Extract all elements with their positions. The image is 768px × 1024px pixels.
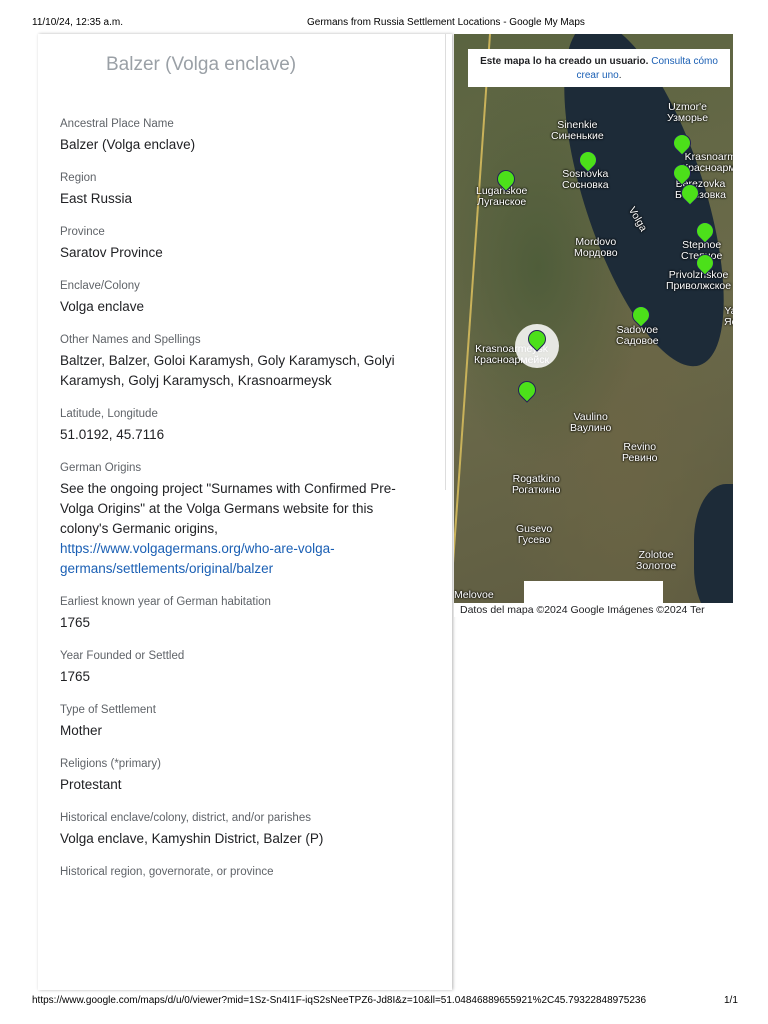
field-label: Other Names and Spellings	[60, 334, 201, 346]
field-label: Region	[60, 172, 97, 184]
field-label: Historical region, governorate, or provi…	[60, 866, 274, 878]
field-value: East Russia	[60, 189, 400, 209]
field-5: Latitude, Longitude 51.0192, 45.7116	[60, 408, 400, 445]
field-value-text: See the ongoing project "Surnames with C…	[60, 481, 396, 536]
field-label: Latitude, Longitude	[60, 408, 158, 420]
field-1: Region East Russia	[60, 172, 400, 209]
field-label: Year Founded or Settled	[60, 650, 185, 662]
print-page-number: 1/1	[724, 995, 738, 1006]
field-value-text: Volga enclave, Kamyshin District, Balzer…	[60, 831, 324, 846]
field-6: German Origins See the ongoing project "S…	[60, 462, 400, 579]
field-value-text: Protestant	[60, 777, 122, 792]
field-8: Year Founded or Settled 1765	[60, 650, 400, 687]
field-value: Saratov Province	[60, 243, 400, 263]
reservoir	[694, 484, 733, 617]
field-value-text: Balzer (Volga enclave)	[60, 137, 196, 152]
field-value: Mother	[60, 721, 400, 741]
field-label: Historical enclave/colony, district, and…	[60, 812, 311, 824]
field-3: Enclave/Colony Volga enclave	[60, 280, 400, 317]
field-value: Volga enclave	[60, 297, 400, 317]
field-label: Province	[60, 226, 105, 238]
map-place-label: Zolotoe Золотое	[636, 549, 677, 572]
field-value: See the ongoing project "Surnames with C…	[60, 479, 400, 579]
field-value-text: 1765	[60, 669, 91, 684]
map-place-label: Sadovoe Садовое	[616, 324, 659, 347]
field-12: Historical region, governorate, or provi…	[60, 866, 400, 878]
field-value-text: East Russia	[60, 191, 133, 206]
road	[454, 34, 491, 616]
field-0: Ancestral Place Name Balzer (Volga enclav…	[60, 118, 400, 155]
settlement-pin-icon[interactable]	[514, 377, 540, 403]
field-7: Earliest known year of German habitation…	[60, 596, 400, 633]
field-label: Earliest known year of German habitation	[60, 596, 271, 608]
field-value: Balzer (Volga enclave)	[60, 135, 400, 155]
field-value-text: 1765	[60, 615, 91, 630]
feature-fields: Ancestral Place Name Balzer (Volga enclav…	[60, 118, 400, 895]
panel-divider	[445, 34, 446, 490]
map-place-label: Vaulino Ваулино	[570, 411, 612, 434]
field-value: Baltzer, Balzer, Goloi Karamysh, Goly Ka…	[60, 351, 400, 391]
map-place-label: Revino Ревино	[622, 441, 658, 464]
print-page-title: Germans from Russia Settlement Locations…	[307, 17, 585, 28]
field-value: Volga enclave, Kamyshin District, Balzer…	[60, 829, 400, 849]
notice-text: Este mapa lo ha creado un usuario.	[480, 56, 649, 67]
feature-title: Balzer (Volga enclave)	[106, 54, 297, 75]
field-label: Enclave/Colony	[60, 280, 140, 292]
field-value: 1765	[60, 613, 400, 633]
map-place-label: Privolzhskoe Приволжское	[666, 269, 732, 292]
field-4: Other Names and Spellings Baltzer, Balzer…	[60, 334, 400, 391]
map-place-label: Uzmor'e Узморье	[667, 101, 709, 124]
map-place-label: Mordovo Мордово	[574, 236, 618, 259]
map-place-label: Rogatkino Рогаткино	[512, 473, 561, 496]
map-place-label: Sosnovka Сосновка	[562, 168, 609, 191]
map-place-label: Gusevo Гусево	[516, 523, 553, 546]
user-map-notice: Este mapa lo ha creado un usuario. Consu…	[468, 49, 730, 87]
field-2: Province Saratov Province	[60, 226, 400, 263]
field-10: Religions (*primary) Protestant	[60, 758, 400, 795]
print-datetime: 11/10/24, 12:35 a.m.	[32, 17, 123, 28]
print-url: https://www.google.com/maps/d/u/0/viewer…	[32, 995, 647, 1006]
map-view[interactable]: Este mapa lo ha creado un usuario. Consu…	[454, 34, 733, 617]
field-label: German Origins	[60, 462, 142, 474]
field-value-text: 51.0192, 45.7116	[60, 427, 165, 442]
field-value-text: Baltzer, Balzer, Goloi Karamysh, Goly Ka…	[60, 353, 395, 388]
feature-details-panel: Balzer (Volga enclave) Ancestral Place N…	[38, 34, 452, 990]
field-value: Protestant	[60, 775, 400, 795]
field-value-text: Mother	[60, 723, 103, 738]
field-9: Type of Settlement Mother	[60, 704, 400, 741]
blank-overlay	[524, 581, 663, 603]
field-value-text: Saratov Province	[60, 245, 163, 260]
field-11: Historical enclave/colony, district, and…	[60, 812, 400, 849]
field-label: Ancestral Place Name	[60, 118, 174, 130]
map-place-label: Sinenkie Синенькие	[551, 119, 604, 142]
field-link[interactable]: https://www.volgagermans.org/who-are-vol…	[60, 541, 335, 576]
field-value: 1765	[60, 667, 400, 687]
map-place-label: Melovoe	[454, 589, 494, 601]
map-place-label: Ya Яс	[724, 305, 733, 328]
map-place-label: Luganskoe Луганское	[476, 185, 528, 208]
field-value: 51.0192, 45.7116	[60, 425, 400, 445]
field-label: Religions (*primary)	[60, 758, 161, 770]
field-label: Type of Settlement	[60, 704, 156, 716]
map-attribution: Datos del mapa ©2024 Google Imágenes ©20…	[454, 603, 733, 617]
field-value-text: Volga enclave	[60, 299, 145, 314]
